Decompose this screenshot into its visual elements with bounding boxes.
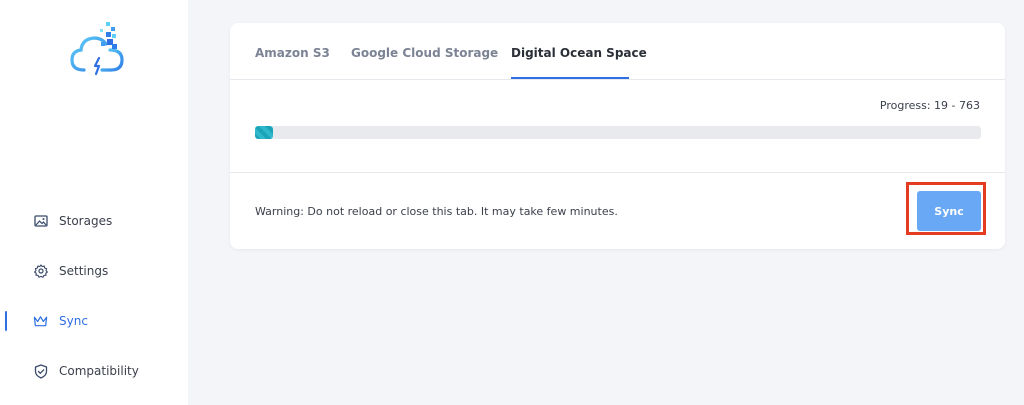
divider [230,172,1005,173]
sidebar-item-storages[interactable]: Storages [0,196,188,246]
tab-amazon-s3[interactable]: Amazon S3 [255,46,330,60]
progress-bar [255,126,981,139]
progress-bar-fill [255,126,274,139]
sidebar: Storages Settings Sync Compatibility [0,0,188,405]
sidebar-item-compatibility[interactable]: Compatibility [0,346,188,396]
sync-card: Amazon S3 Google Cloud Storage Digital O… [230,23,1005,249]
image-icon [33,214,48,229]
sidebar-item-settings[interactable]: Settings [0,246,188,296]
sidebar-item-label: Storages [59,214,113,228]
crown-icon [33,314,48,329]
sidebar-item-label: Compatibility [59,364,139,378]
sidebar-nav: Storages Settings Sync Compatibility [0,196,188,396]
tab-google-cloud-storage[interactable]: Google Cloud Storage [351,46,498,60]
gear-icon [33,264,48,279]
storage-tabs: Amazon S3 Google Cloud Storage Digital O… [230,23,1005,80]
shield-check-icon [33,363,48,379]
sync-button[interactable]: Sync [917,191,981,231]
warning-message: Warning: Do not reload or close this tab… [255,205,618,218]
sidebar-item-label: Settings [59,264,109,278]
cloud-sync-logo-icon[interactable] [66,20,130,84]
sidebar-item-sync[interactable]: Sync [0,296,188,346]
progress-text: Progress: 19 - 763 [879,99,980,112]
active-tab-indicator [511,77,629,79]
tab-digital-ocean-space[interactable]: Digital Ocean Space [511,46,647,60]
sidebar-item-label: Sync [59,314,88,328]
